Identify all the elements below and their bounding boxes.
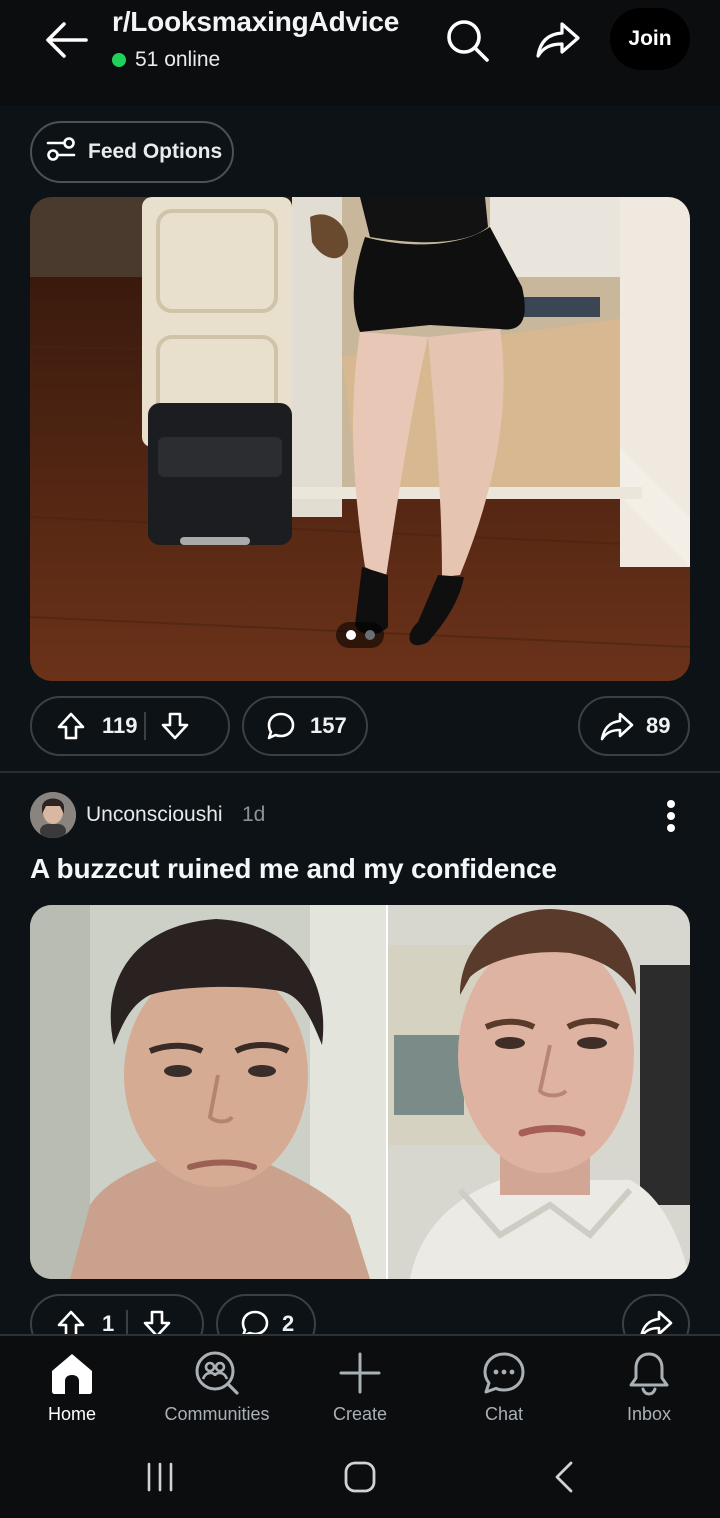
feed-options-button[interactable]: Feed Options (30, 121, 234, 183)
bottom-navigation: Home Communities Create Chat Inbox (0, 1334, 720, 1436)
before-after-photo (30, 905, 690, 1279)
nav-home[interactable]: Home (2, 1350, 142, 1425)
nav-label-create: Create (332, 1404, 388, 1424)
system-navigation-bar (0, 1436, 720, 1518)
back-system-icon[interactable] (534, 1454, 594, 1500)
online-status: 51 online (112, 48, 220, 72)
post-image-carousel[interactable] (30, 197, 690, 681)
home-system-icon[interactable] (330, 1454, 390, 1500)
carousel-dot-active (345, 630, 356, 640)
more-options-icon[interactable] (654, 796, 688, 836)
post-image[interactable] (30, 905, 690, 1279)
carousel-dot (364, 630, 375, 640)
nav-label-chat: Chat (484, 1404, 524, 1424)
post-author[interactable]: Unconscioushi (86, 803, 223, 827)
nav-inbox[interactable]: Inbox (579, 1350, 719, 1425)
online-dot-icon (112, 53, 126, 67)
vote-divider (144, 712, 146, 740)
upvote-count: 119 (102, 713, 138, 738)
nav-label-inbox: Inbox (626, 1404, 672, 1424)
plus-icon (338, 1350, 382, 1396)
subreddit-header: r/LooksmaxingAdvice 51 online Join (0, 0, 720, 106)
nav-communities[interactable]: Communities (147, 1350, 287, 1425)
nav-label-communities: Communities (164, 1404, 270, 1424)
communities-icon (194, 1350, 240, 1396)
join-button[interactable]: Join (610, 8, 690, 70)
subreddit-name[interactable]: r/LooksmaxingAdvice (112, 6, 399, 38)
chat-icon (481, 1350, 527, 1396)
share-icon[interactable] (532, 16, 584, 64)
comment-bubble-icon (266, 711, 296, 741)
post-timestamp: 1d (242, 803, 266, 826)
search-icon[interactable] (441, 16, 493, 64)
feed-options-label: Feed Options (88, 140, 223, 163)
comments-button[interactable]: 157 (242, 696, 368, 756)
recent-apps-icon[interactable] (130, 1454, 190, 1500)
post-title[interactable]: A buzzcut ruined me and my confidence (30, 853, 557, 885)
filter-sliders-icon (46, 136, 76, 168)
nav-chat[interactable]: Chat (434, 1350, 574, 1425)
avatar[interactable] (30, 792, 76, 838)
carousel-indicator (336, 622, 384, 648)
comment-count: 157 (310, 713, 347, 738)
back-arrow-icon[interactable] (40, 16, 92, 64)
bell-icon (627, 1350, 671, 1396)
post-separator (0, 771, 720, 773)
online-count: 51 online (135, 48, 221, 71)
nav-label-home: Home (47, 1404, 96, 1424)
share-button[interactable]: 89 (578, 696, 690, 756)
downvote-arrow-icon[interactable] (160, 711, 190, 741)
nav-create[interactable]: Create (290, 1350, 430, 1425)
home-icon (49, 1350, 95, 1396)
share-arrow-icon (600, 711, 634, 741)
vote-pill: 119 (30, 696, 230, 756)
room-photo (30, 197, 690, 681)
share-count: 89 (646, 713, 671, 738)
upvote-arrow-icon[interactable] (56, 711, 86, 741)
